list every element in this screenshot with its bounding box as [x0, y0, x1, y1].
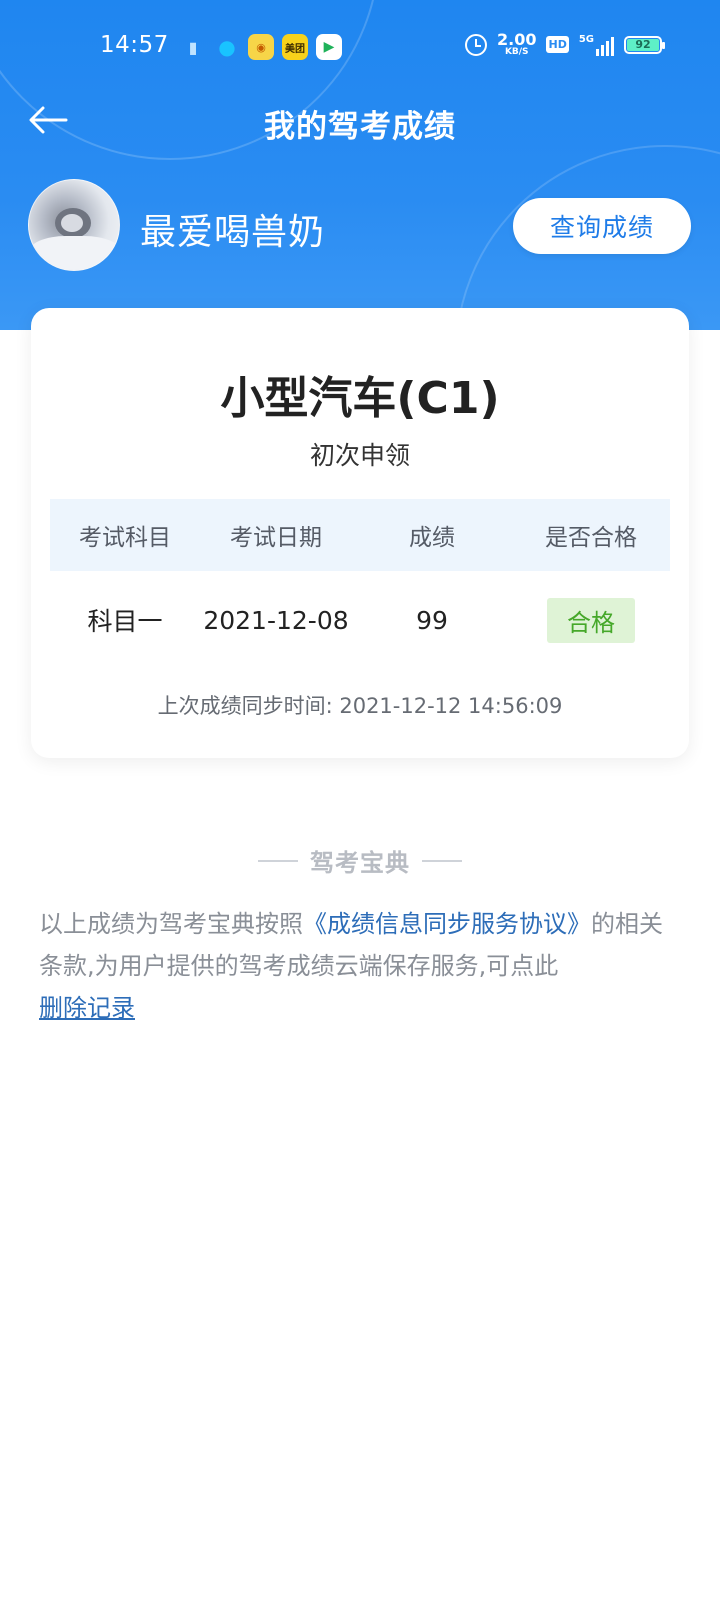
score-page: 14:57 ▮ ● ◉ 美团 ▶ 2.00 KB/S HD 5G 92 我的驾考…: [0, 0, 720, 1600]
avatar-image-detail: [29, 236, 119, 270]
exam-subject: 科目一: [87, 607, 163, 636]
alarm-icon: [465, 33, 487, 56]
exam-date: 2021-12-08: [203, 605, 349, 635]
sync-time: 上次成绩同步时间: 2021-12-12 14:56:09: [157, 694, 563, 718]
column-header-subject: 考试科目: [79, 525, 171, 551]
pass-badge: 合格: [547, 597, 635, 643]
status-bar: 14:57 ▮ ● ◉ 美团 ▶ 2.00 KB/S HD 5G 92: [0, 30, 720, 66]
battery-level: 92: [627, 38, 659, 51]
apply-type: 初次申领: [309, 441, 410, 470]
battery-icon: 92: [624, 35, 665, 54]
username: 最爱喝兽奶: [140, 212, 326, 253]
network-type: 5G: [578, 33, 594, 45]
net-speed-value: 2.00: [497, 30, 537, 49]
signal-icon: 5G: [579, 34, 614, 56]
meituan-icon: 美团: [282, 34, 308, 60]
license-type: 小型汽车(C1): [220, 373, 500, 424]
exam-result-cell: 合格: [512, 597, 670, 643]
divider-line: [422, 859, 462, 862]
column-header-date: 考试日期: [230, 525, 322, 551]
column-header-score: 成绩: [409, 525, 455, 551]
notification-icons: ▮ ● ◉ 美团 ▶: [180, 34, 342, 60]
column-header-result: 是否合格: [545, 525, 637, 551]
video-app-icon: ▶: [316, 34, 342, 60]
header-background: 14:57 ▮ ● ◉ 美团 ▶ 2.00 KB/S HD 5G 92 我的驾考…: [0, 0, 720, 330]
system-icons: 2.00 KB/S HD 5G 92: [465, 32, 665, 57]
divider-line: [258, 859, 298, 862]
disclaimer-part1: 以上成绩为驾考宝典按照: [39, 910, 303, 938]
brand-divider: 驾考宝典: [0, 843, 720, 878]
avatar-image-detail: [61, 214, 83, 232]
net-speed-unit: KB/S: [504, 47, 529, 57]
avatar[interactable]: [28, 179, 120, 271]
status-time: 14:57: [100, 32, 169, 58]
disclaimer-text: 以上成绩为驾考宝典按照《成绩信息同步服务协议》的相关条款,为用户提供的驾考成绩云…: [39, 903, 684, 1029]
qq-icon: ●: [218, 35, 236, 59]
agreement-link[interactable]: 《成绩信息同步服务协议》: [303, 910, 591, 938]
delete-record-link[interactable]: 删除记录: [39, 994, 135, 1022]
net-speed: 2.00 KB/S: [497, 32, 536, 57]
shield-app-icon: ▮: [188, 37, 198, 57]
table-header: 考试科目 考试日期 成绩 是否合格: [50, 499, 670, 571]
brand-name: 驾考宝典: [310, 849, 410, 877]
page-title: 我的驾考成绩: [264, 109, 456, 145]
query-score-button[interactable]: 查询成绩: [513, 198, 691, 254]
exam-score: 99: [416, 605, 448, 635]
tiger-app-icon: ◉: [248, 34, 274, 60]
score-card: 小型汽车(C1) 初次申领 考试科目 考试日期 成绩 是否合格 科目一 2021…: [31, 308, 689, 758]
table-row: 科目一 2021-12-08 99 合格: [50, 584, 670, 656]
hd-icon: HD: [546, 36, 569, 53]
